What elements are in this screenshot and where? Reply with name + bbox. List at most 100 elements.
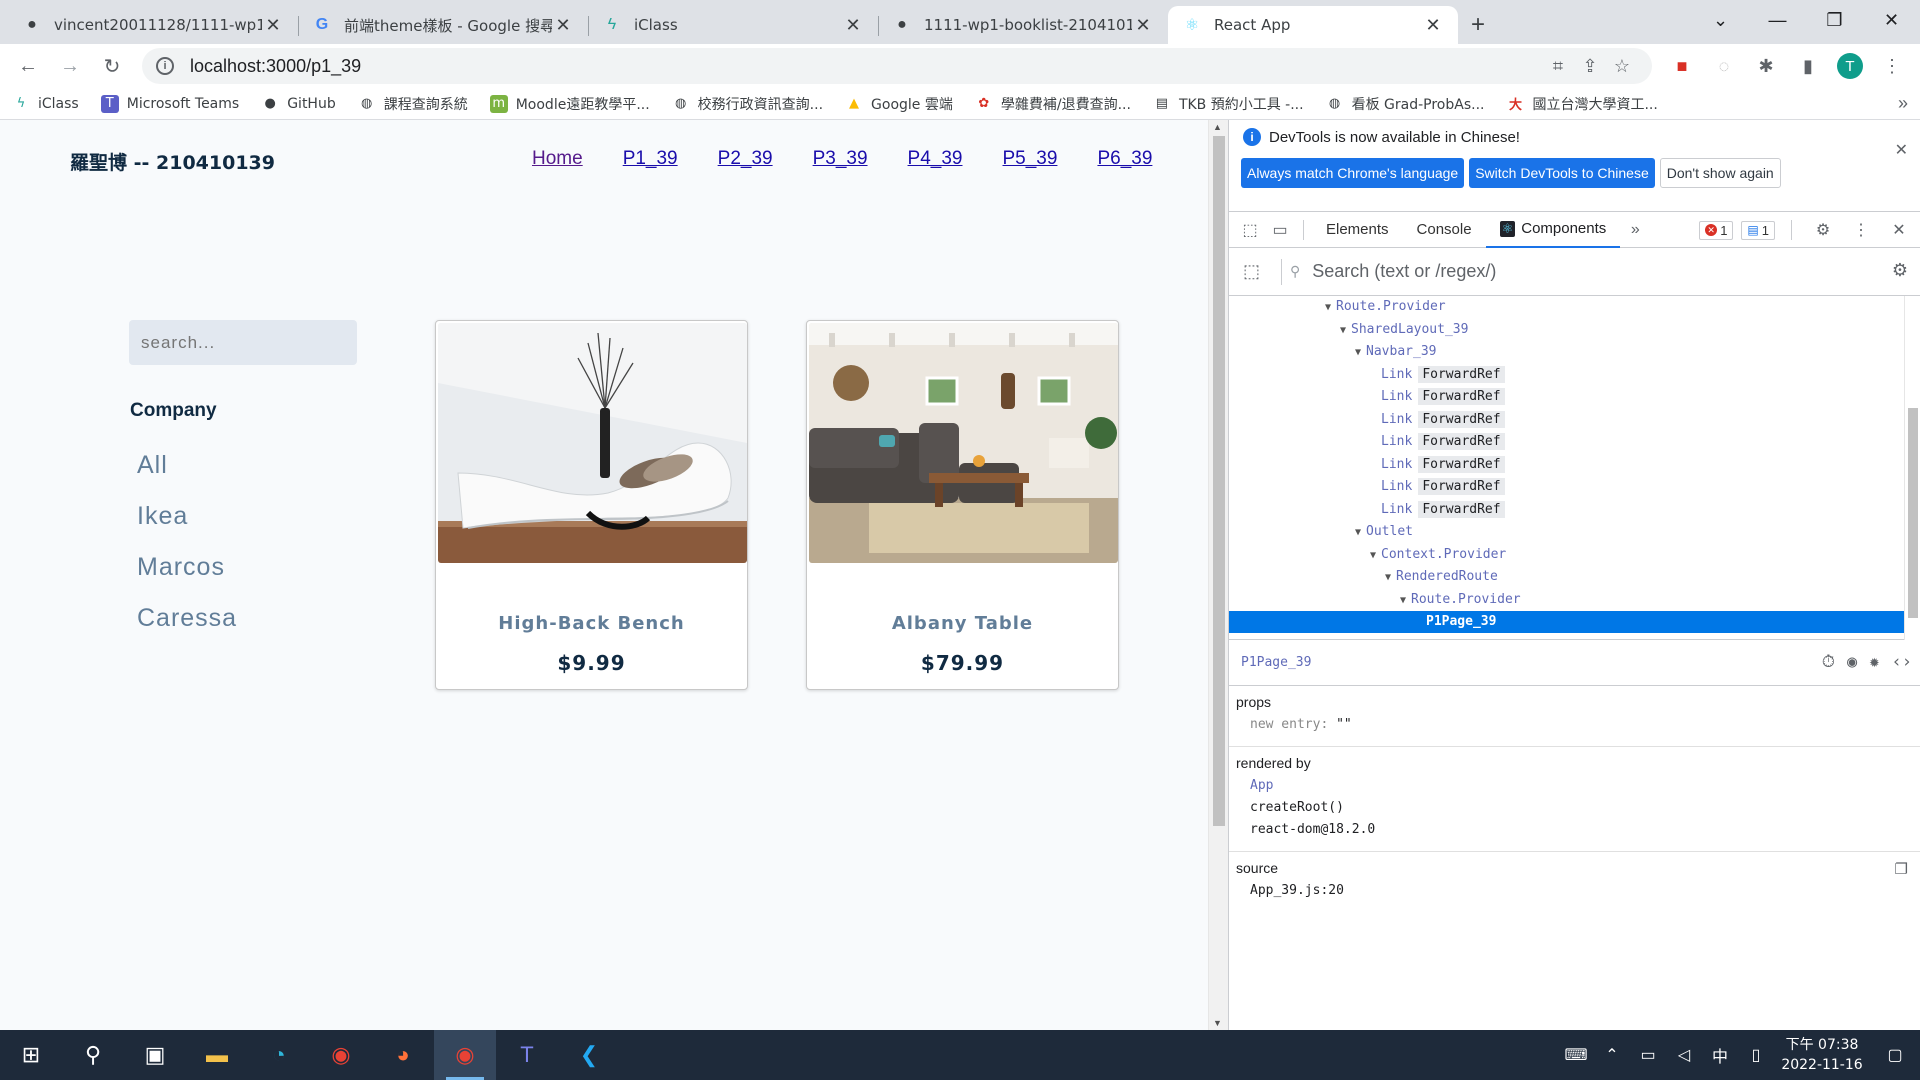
bookmark-item[interactable]: ▲ Google 雲端 bbox=[845, 94, 953, 114]
reload-icon[interactable]: ↻ bbox=[94, 48, 130, 84]
company-filter-all[interactable]: All bbox=[137, 450, 237, 501]
tab-react-app[interactable]: ⚛ React App ✕ bbox=[1168, 6, 1458, 44]
inspect-element-icon[interactable]: ⬚ bbox=[1235, 220, 1265, 240]
bookmark-item[interactable]: ϟ iClass bbox=[12, 95, 79, 113]
tree-node[interactable]: ▼ Route.Provider bbox=[1325, 296, 1446, 318]
keyboard-icon[interactable]: ⌨ bbox=[1558, 1045, 1594, 1065]
settings-gear-icon[interactable]: ⚙ bbox=[1892, 260, 1908, 281]
bookmark-item[interactable]: m Moodle遠距教學平... bbox=[489, 94, 650, 114]
expand-arrow-icon[interactable]: ▼ bbox=[1340, 325, 1346, 336]
close-icon[interactable]: ✕ bbox=[262, 14, 284, 36]
expand-arrow-icon[interactable]: ▼ bbox=[1400, 595, 1406, 606]
expand-arrow-icon[interactable]: ▼ bbox=[1355, 527, 1361, 538]
tree-node[interactable]: Link ForwardRef bbox=[1381, 454, 1505, 476]
scroll-down-icon[interactable]: ▼ bbox=[1213, 1018, 1222, 1028]
side-panel-icon[interactable]: ▮ bbox=[1790, 48, 1826, 84]
bookmark-item[interactable]: ● GitHub bbox=[261, 95, 336, 113]
teams-icon[interactable]: T bbox=[496, 1030, 558, 1080]
scroll-up-icon[interactable]: ▲ bbox=[1213, 122, 1222, 132]
bookmark-item[interactable]: ◍ 看板 Grad-ProbAs... bbox=[1326, 94, 1485, 114]
tree-node[interactable]: ▼ Navbar_39 bbox=[1355, 341, 1436, 363]
windows-start-icon[interactable]: ⊞ bbox=[0, 1030, 62, 1080]
product-search-input[interactable] bbox=[129, 320, 357, 365]
tab-google-search[interactable]: G 前端theme樣板 - Google 搜尋 ✕ bbox=[298, 6, 588, 44]
tab-components[interactable]: ⚛ Components bbox=[1485, 212, 1621, 248]
select-element-icon[interactable]: ⬚ bbox=[1243, 261, 1273, 282]
forward-icon[interactable]: → bbox=[52, 48, 88, 84]
profile-button[interactable]: T bbox=[1832, 48, 1868, 84]
tree-node[interactable]: Link ForwardRef bbox=[1381, 409, 1505, 431]
tree-node[interactable]: ▼ SharedLayout_39 bbox=[1340, 319, 1468, 341]
nav-link-home[interactable]: Home bbox=[532, 148, 583, 170]
network-icon[interactable]: ▭ bbox=[1630, 1045, 1666, 1065]
chrome-active-icon[interactable]: ◉ bbox=[434, 1030, 496, 1080]
new-tab-button[interactable]: + bbox=[1458, 6, 1498, 44]
nav-link-p4[interactable]: P4_39 bbox=[908, 148, 963, 170]
bug-icon[interactable]: ✹ bbox=[1869, 652, 1879, 672]
bookmark-item[interactable]: ✿ 學雜費補/退費查詢... bbox=[975, 94, 1131, 114]
nav-link-p6[interactable]: P6_39 bbox=[1097, 148, 1152, 170]
error-count-badge[interactable]: ✕ 1 bbox=[1699, 220, 1734, 240]
prop-row[interactable]: new entry: "" bbox=[1236, 714, 1920, 736]
close-icon[interactable]: ✕ bbox=[1422, 14, 1444, 36]
product-card[interactable]: High-Back Bench $9.99 bbox=[435, 320, 748, 690]
product-card[interactable]: Albany Table $79.99 bbox=[806, 320, 1119, 690]
page-scrollbar[interactable]: ▲ ▼ bbox=[1208, 120, 1228, 1030]
tree-node[interactable]: ▼ RenderedRoute bbox=[1385, 566, 1498, 588]
tree-node[interactable]: P1Page_39 bbox=[1229, 611, 1904, 633]
tree-node[interactable]: Link ForwardRef bbox=[1381, 431, 1505, 453]
back-icon[interactable]: ← bbox=[10, 48, 46, 84]
ime-indicator[interactable]: 中 bbox=[1702, 1043, 1738, 1067]
close-icon[interactable]: ✕ bbox=[842, 14, 864, 36]
device-toolbar-icon[interactable]: ▭ bbox=[1265, 220, 1295, 240]
clock[interactable]: 下午 07:38 2022-11-16 bbox=[1774, 1035, 1870, 1075]
dont-show-again-button[interactable]: Don't show again bbox=[1659, 158, 1781, 188]
close-window-icon[interactable]: ✕ bbox=[1863, 0, 1920, 40]
tree-node[interactable]: ▼ Context.Provider bbox=[1370, 544, 1506, 566]
extension-clock-icon[interactable]: ◌ bbox=[1706, 48, 1742, 84]
tab-github-repo[interactable]: ● vincent20011128/1111-wp1-b ✕ bbox=[8, 6, 298, 44]
expand-arrow-icon[interactable]: ▼ bbox=[1355, 347, 1361, 358]
address-bar[interactable]: i localhost:3000/p1_39 ⌗ ⇪ ☆ bbox=[142, 48, 1652, 84]
match-language-button[interactable]: Always match Chrome's language bbox=[1241, 158, 1465, 188]
kebab-menu-icon[interactable]: ⋮ bbox=[1846, 220, 1876, 240]
bookmark-star-icon[interactable]: ☆ bbox=[1606, 56, 1638, 77]
chrome-icon[interactable]: ◉ bbox=[310, 1030, 372, 1080]
company-filter-caressa[interactable]: Caressa bbox=[137, 603, 237, 654]
close-icon[interactable]: ✕ bbox=[1895, 140, 1908, 160]
message-count-badge[interactable]: ▤ 1 bbox=[1741, 220, 1775, 240]
source-location[interactable]: App_39.js:20 bbox=[1236, 880, 1920, 902]
tab-iclass[interactable]: ϟ iClass ✕ bbox=[588, 6, 878, 44]
component-search-input[interactable]: Search (text or /regex/) bbox=[1312, 261, 1496, 282]
close-icon[interactable]: ✕ bbox=[552, 14, 574, 36]
volume-muted-icon[interactable]: ◁ bbox=[1666, 1045, 1702, 1065]
url-text[interactable]: localhost:3000/p1_39 bbox=[190, 56, 1542, 77]
bookmark-item[interactable]: ▤ TKB 預約小工具 -... bbox=[1153, 94, 1304, 114]
task-view-icon[interactable]: ▣ bbox=[124, 1030, 186, 1080]
nav-link-p3[interactable]: P3_39 bbox=[813, 148, 868, 170]
search-icon[interactable]: ⚲ bbox=[62, 1030, 124, 1080]
expand-arrow-icon[interactable]: ▼ bbox=[1370, 550, 1376, 561]
translate-icon[interactable]: ⌗ bbox=[1542, 56, 1574, 77]
nav-link-p2[interactable]: P2_39 bbox=[718, 148, 773, 170]
close-devtools-icon[interactable]: ✕ bbox=[1884, 220, 1914, 240]
notification-icon[interactable]: ▢ bbox=[1870, 1045, 1920, 1065]
ime-mode-icon[interactable]: ▯ bbox=[1738, 1045, 1774, 1065]
chevron-up-icon[interactable]: ⌃ bbox=[1594, 1045, 1630, 1065]
bookmark-item[interactable]: ◍ 校務行政資訊查詢... bbox=[672, 94, 823, 114]
firefox-icon[interactable]: ◕ bbox=[372, 1030, 434, 1080]
nav-link-p1[interactable]: P1_39 bbox=[623, 148, 678, 170]
more-tabs-icon[interactable]: » bbox=[1620, 221, 1650, 239]
eye-icon[interactable]: ◉ bbox=[1847, 652, 1857, 672]
code-icon[interactable]: ‹› bbox=[1892, 652, 1912, 672]
prop-value[interactable]: "" bbox=[1336, 717, 1352, 732]
tree-node[interactable]: Link ForwardRef bbox=[1381, 364, 1505, 386]
share-icon[interactable]: ⇪ bbox=[1574, 56, 1606, 77]
minimize-icon[interactable]: — bbox=[1749, 0, 1806, 40]
nav-link-p5[interactable]: P5_39 bbox=[1003, 148, 1058, 170]
timer-icon[interactable]: ⏱ bbox=[1822, 652, 1835, 672]
tree-node[interactable]: Link ForwardRef bbox=[1381, 476, 1505, 498]
company-filter-marcos[interactable]: Marcos bbox=[137, 552, 237, 603]
vscode-icon[interactable]: ❮ bbox=[558, 1030, 620, 1080]
tab-console[interactable]: Console bbox=[1403, 212, 1486, 248]
